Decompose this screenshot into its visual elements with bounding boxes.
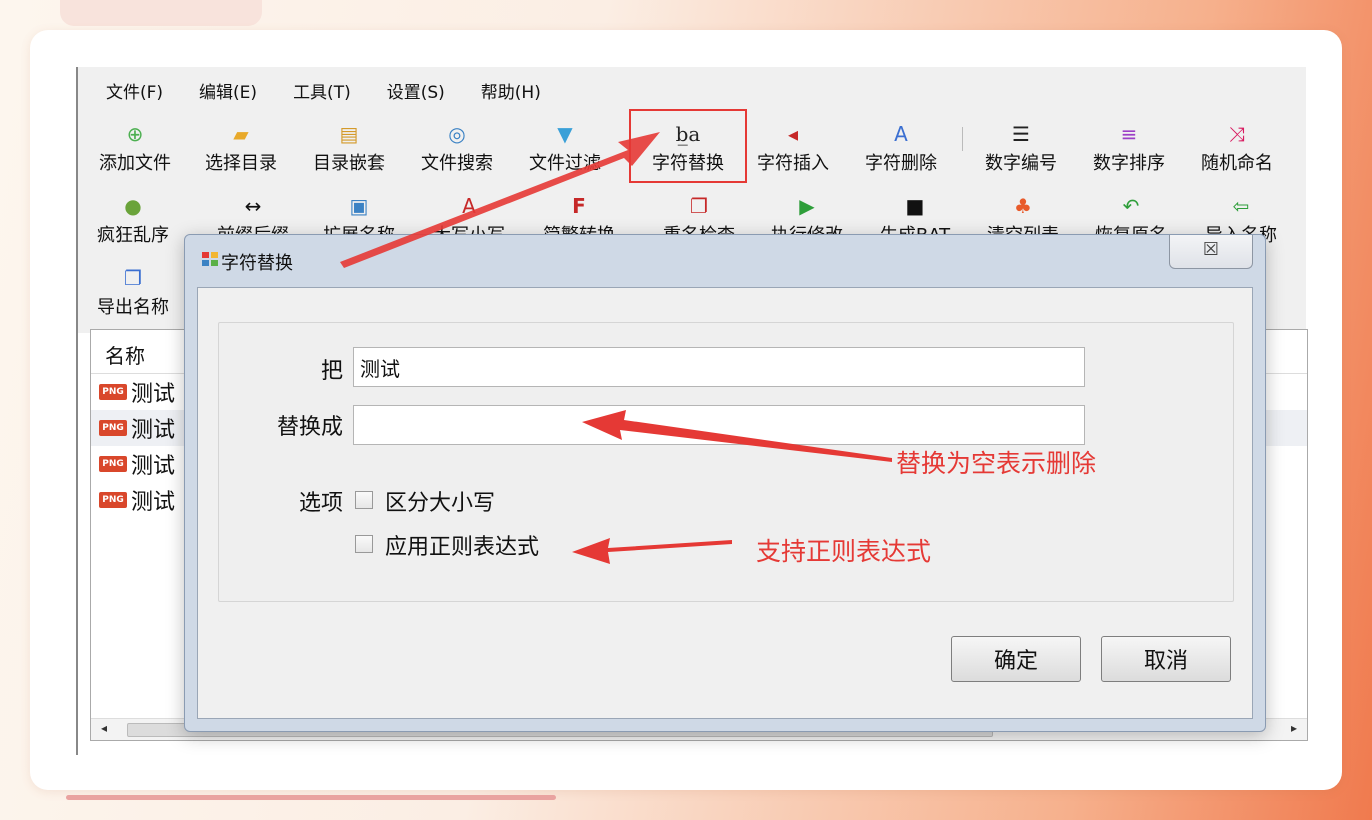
undo-icon: ↶	[1122, 194, 1140, 218]
file-search-button[interactable]: ◎ 文件搜索	[402, 119, 512, 187]
dialog-app-icon	[202, 252, 218, 266]
find-label: 把	[320, 359, 343, 384]
crazy-shuffle-button[interactable]: ● 疯狂乱序	[78, 191, 188, 259]
magnifier-icon: ◎	[448, 122, 466, 146]
convert-f-icon: F	[572, 194, 586, 218]
dialog-title: 字符替换	[221, 253, 293, 274]
insert-icon: ◂	[787, 122, 799, 146]
menu-edit[interactable]: 编辑(E)	[199, 78, 257, 103]
case-sensitive-checkbox[interactable]	[355, 491, 373, 509]
annotation-empty-delete: 替换为空表示删除	[896, 449, 1097, 478]
menu-tools[interactable]: 工具(T)	[293, 78, 351, 103]
char-delete-button[interactable]: A 字符删除	[846, 119, 956, 187]
replace-input[interactable]	[353, 405, 1085, 445]
menu-settings[interactable]: 设置(S)	[387, 78, 445, 103]
file-ext-icon: ▣	[349, 194, 369, 218]
duplicate-icon: ❐	[690, 194, 708, 218]
shuffle-icon: ⤨	[1229, 122, 1245, 146]
funnel-icon: ▼	[557, 122, 573, 146]
select-dir-button[interactable]: ▰ 选择目录	[186, 119, 296, 187]
sort-list-icon: ≡	[1120, 122, 1138, 146]
file-filter-button[interactable]: ▼ 文件过滤	[510, 119, 620, 187]
replace-text-icon: b̲a	[675, 122, 701, 146]
double-arrow-icon: ↔	[244, 194, 262, 218]
png-file-icon: PNG	[99, 456, 127, 472]
find-input[interactable]	[353, 347, 1085, 387]
menu-bar: 文件(F) 编辑(E) 工具(T) 设置(S) 帮助(H)	[78, 67, 1306, 113]
annotation-regex-support: 支持正则表达式	[756, 537, 932, 566]
ok-button[interactable]: 确定	[951, 636, 1081, 682]
dialog-body: 把 替换成 选项 区分大小写 应用正则表达式 确定 取消	[197, 287, 1253, 719]
folder-icon: ▰	[233, 122, 249, 146]
random-name-button[interactable]: ⤨ 随机命名	[1182, 119, 1292, 187]
bug-icon: ●	[124, 194, 142, 218]
case-sensitive-label[interactable]: 区分大小写	[385, 485, 495, 517]
bottom-accent-bar	[66, 795, 556, 800]
broom-icon: ♣	[1014, 194, 1032, 218]
nested-folder-icon: ▤	[339, 122, 359, 146]
terminal-icon: ■	[905, 194, 925, 218]
export-names-button[interactable]: ❐ 导出名称	[78, 263, 188, 331]
delete-text-icon: A	[894, 122, 908, 146]
dir-nest-button[interactable]: ▤ 目录嵌套	[294, 119, 404, 187]
toolbar-separator	[962, 127, 963, 151]
char-insert-button[interactable]: ◂ 字符插入	[738, 119, 848, 187]
png-file-icon: PNG	[99, 384, 127, 400]
menu-file[interactable]: 文件(F)	[106, 78, 163, 103]
png-file-icon: PNG	[99, 492, 127, 508]
number-button[interactable]: ☰ 数字编号	[966, 119, 1076, 187]
add-file-button[interactable]: ⊕ 添加文件	[80, 119, 190, 187]
regex-checkbox[interactable]	[355, 535, 373, 553]
char-replace-dialog: 字符替换 ☒ 把 替换成 选项 区分大小写 应用正则表达式 确定 取消	[184, 234, 1266, 732]
replace-label: 替换成	[276, 415, 343, 440]
scroll-left-icon[interactable]: ◂	[101, 721, 107, 735]
add-file-icon: ⊕	[126, 122, 144, 146]
case-icon: A	[462, 194, 476, 218]
regex-label[interactable]: 应用正则表达式	[385, 529, 539, 561]
scroll-right-icon[interactable]: ▸	[1291, 721, 1297, 735]
png-file-icon: PNG	[99, 420, 127, 436]
options-label: 选项	[298, 491, 343, 516]
number-sort-button[interactable]: ≡ 数字排序	[1074, 119, 1184, 187]
background-tab	[60, 0, 262, 26]
export-icon: ❐	[124, 266, 142, 290]
char-replace-button[interactable]: b̲a 字符替换	[629, 109, 747, 183]
play-icon: ▶	[799, 194, 815, 218]
import-icon: ⇦	[1232, 194, 1250, 218]
numbered-list-icon: ☰	[1012, 122, 1030, 146]
menu-help[interactable]: 帮助(H)	[481, 78, 541, 103]
cancel-button[interactable]: 取消	[1101, 636, 1231, 682]
close-icon[interactable]: ☒	[1169, 235, 1253, 269]
